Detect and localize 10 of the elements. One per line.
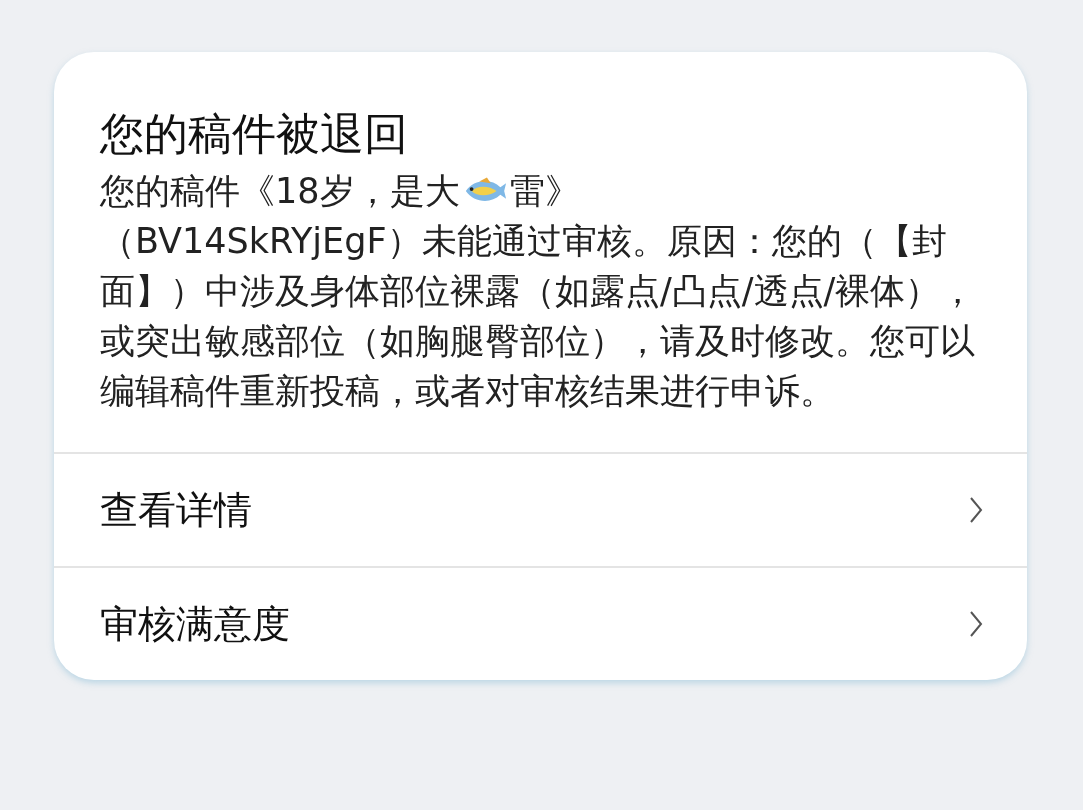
action-label: 审核满意度 bbox=[100, 600, 290, 648]
chevron-icon bbox=[969, 496, 983, 524]
action-row[interactable]: 审核满意度 bbox=[54, 566, 1027, 680]
notice-title: 您的稿件被退回 bbox=[100, 107, 409, 161]
message-text: 雷》 bbox=[509, 170, 580, 213]
action-row[interactable]: 查看详情 bbox=[54, 454, 1027, 566]
message-text: （BV14SkRYjEgF）未能通过审核。原因：您的（【封面】）中涉及身体部位裸露（如露点/凸点/透点/裸体），或突出敏感部位（如胸腿臀部位），请及时修改。您可以编辑稿件重新投稿，或者对审核结果进行申诉。 bbox=[100, 220, 977, 413]
action-label: 查看详情 bbox=[100, 486, 252, 534]
message-text: 您的稿件《18岁，是大 bbox=[100, 170, 460, 213]
chevron-icon bbox=[969, 610, 983, 638]
